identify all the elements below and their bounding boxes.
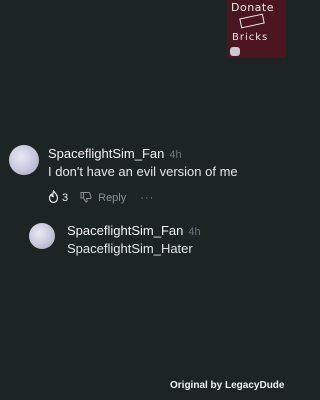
like-count: 3	[62, 192, 69, 204]
reply-button[interactable]: Reply	[98, 192, 126, 204]
flame-icon-svg	[48, 188, 59, 204]
thumbs-down-svg	[80, 191, 92, 203]
reply-author[interactable]: SpaceflightSim_Fan 4h	[67, 223, 201, 238]
comment-time: 4h	[169, 149, 182, 161]
comment-author-name: SpaceflightSim_Fan	[48, 146, 165, 161]
comment-text: I don't have an evil version of me	[48, 164, 238, 179]
avatar-mini-icon	[230, 47, 240, 56]
reply-text: SpaceflightSim_Hater	[67, 241, 193, 256]
flame-icon[interactable]	[48, 188, 59, 206]
comment-author[interactable]: SpaceflightSim_Fan 4h	[48, 146, 182, 161]
badge-line2: Bricks	[232, 32, 269, 43]
reply-time: 4h	[188, 226, 201, 238]
reply-avatar[interactable]	[29, 223, 55, 249]
brick-icon	[239, 13, 265, 29]
comment-actions: 3 Reply ···	[48, 188, 154, 206]
donate-bricks-badge: Donate Bricks	[227, 0, 286, 58]
credit-watermark: Original by LegacyDude	[170, 380, 285, 391]
thumbs-down-icon[interactable]	[80, 191, 92, 206]
badge-line1: Donate	[231, 1, 274, 14]
more-options-button[interactable]: ···	[140, 192, 154, 204]
reply-author-name: SpaceflightSim_Fan	[67, 223, 184, 238]
commenter-avatar[interactable]	[9, 145, 39, 175]
